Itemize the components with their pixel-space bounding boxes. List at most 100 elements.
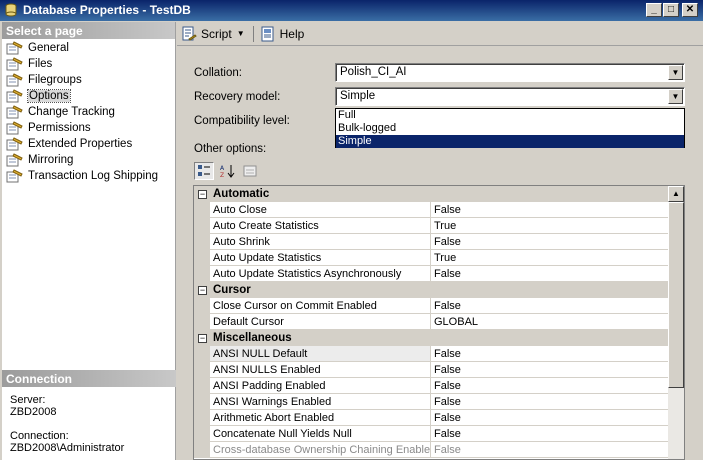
property-value[interactable]: False [431,202,670,218]
property-value[interactable]: False [431,410,670,426]
toolbar-separator [252,25,254,42]
property-name: Arithmetic Abort Enabled [210,410,431,426]
collapse-icon[interactable]: − [198,333,207,343]
property-row[interactable]: Auto Update Statistics True [194,250,670,266]
property-row[interactable]: Auto Shrink False [194,234,670,250]
category-label: Automatic [213,188,270,200]
compatibility-level-label: Compatibility level: [194,115,290,127]
script-button[interactable]: Script ▼ [181,26,245,42]
property-value[interactable]: False [431,426,670,442]
property-row[interactable]: Concatenate Null Yields Null False [194,426,670,442]
property-value[interactable]: False [431,378,670,394]
chevron-down-icon[interactable]: ▼ [668,65,683,80]
category-label: Miscellaneous [213,332,292,344]
recovery-model-value: Simple [340,90,376,102]
property-value[interactable]: True [431,218,670,234]
recovery-model-dropdown[interactable]: Simple ▼ [335,87,685,106]
recovery-model-list: Full Bulk-logged Simple [335,108,685,148]
property-row[interactable]: Cross-database Ownership Chaining Enable… [194,442,670,458]
help-label: Help [279,26,305,41]
property-name: Concatenate Null Yields Null [210,426,431,442]
property-value[interactable]: False [431,234,670,250]
server-label: Server: [10,394,46,406]
row-gutter [194,202,210,218]
collation-label: Collation: [194,67,242,79]
option-full[interactable]: Full [336,109,684,122]
nav-item-files[interactable]: Files [2,56,175,72]
page-properties-icon [6,57,23,71]
connection-header: Connection [2,370,176,387]
category-miscellaneous[interactable]: − Miscellaneous [194,330,670,346]
svg-text:A: A [220,165,225,172]
collation-dropdown[interactable]: Polish_CI_AI ▼ [335,63,685,82]
page-properties-icon [6,169,23,183]
property-row[interactable]: Default Cursor GLOBAL [194,314,670,330]
categorized-button[interactable] [194,162,214,180]
property-value[interactable]: False [431,266,670,282]
maximize-button[interactable]: □ [663,3,679,17]
property-name: Auto Update Statistics Asynchronously [210,266,431,282]
nav-item-filegroups[interactable]: Filegroups [2,72,175,88]
vertical-scrollbar[interactable]: ▲ [668,186,684,459]
page-properties-icon [6,137,23,151]
nav-item-label: Transaction Log Shipping [28,170,158,182]
nav-item-permissions[interactable]: Permissions [2,120,175,136]
property-pages-button[interactable] [240,162,260,180]
minimize-button[interactable]: _ [646,3,662,17]
nav-item-label: Permissions [28,122,91,134]
property-row[interactable]: ANSI Warnings Enabled False [194,394,670,410]
category-automatic[interactable]: − Automatic [194,186,670,202]
collation-value: Polish_CI_AI [340,66,407,78]
row-gutter [194,250,210,266]
collapse-icon[interactable]: − [198,285,207,295]
property-value[interactable]: False [431,298,670,314]
property-value[interactable]: True [431,250,670,266]
close-button[interactable]: ✕ [682,3,698,17]
property-value[interactable]: GLOBAL [431,314,670,330]
alphabetical-button[interactable]: A Z [217,162,237,180]
row-gutter [194,234,210,250]
grid-view-tools: A Z [194,162,263,180]
scroll-up-icon[interactable]: ▲ [668,186,684,202]
nav-item-label: General [28,42,69,54]
property-row[interactable]: Auto Close False [194,202,670,218]
nav-item-options[interactable]: Options [2,88,175,104]
property-value[interactable]: False [431,362,670,378]
nav-item-extended-properties[interactable]: Extended Properties [2,136,175,152]
property-value[interactable]: False [431,442,670,458]
property-row[interactable]: Auto Update Statistics Asynchronously Fal… [194,266,670,282]
option-simple[interactable]: Simple [336,135,684,148]
property-row[interactable]: Arithmetic Abort Enabled False [194,410,670,426]
recovery-model-label: Recovery model: [194,91,281,103]
script-icon [182,26,197,41]
nav-item-change-tracking[interactable]: Change Tracking [2,104,175,120]
option-bulk-logged[interactable]: Bulk-logged [336,122,684,135]
property-row[interactable]: Auto Create Statistics True [194,218,670,234]
property-value[interactable]: False [431,346,670,362]
category-cursor[interactable]: − Cursor [194,282,670,298]
property-name: ANSI NULL Default [210,346,431,362]
nav-item-mirroring[interactable]: Mirroring [2,152,175,168]
property-row[interactable]: Close Cursor on Commit Enabled False [194,298,670,314]
collapse-icon[interactable]: − [198,189,207,199]
property-row[interactable]: ANSI Padding Enabled False [194,378,670,394]
chevron-down-icon[interactable]: ▼ [668,89,683,104]
sort-az-icon: A Z [220,165,235,178]
category-label: Cursor [213,284,251,296]
nav-item-transaction-log-shipping[interactable]: Transaction Log Shipping [2,168,175,184]
other-options-label: Other options: [194,143,267,155]
property-value[interactable]: False [431,394,670,410]
row-gutter [194,394,210,410]
title-bar: Database Properties - TestDB _ □ ✕ [0,0,703,21]
property-name: Auto Update Statistics [210,250,431,266]
property-row[interactable]: ANSI NULL Default False [194,346,670,362]
categorized-icon [198,165,210,176]
nav-item-label: Mirroring [28,154,74,166]
script-label: Script [201,26,232,41]
property-row[interactable]: ANSI NULLS Enabled False [194,362,670,378]
chevron-down-icon[interactable]: ▼ [237,29,245,38]
row-gutter [194,218,210,234]
help-button[interactable]: Help [260,26,305,42]
scrollbar-thumb[interactable] [668,202,684,388]
nav-item-general[interactable]: General [2,40,175,56]
